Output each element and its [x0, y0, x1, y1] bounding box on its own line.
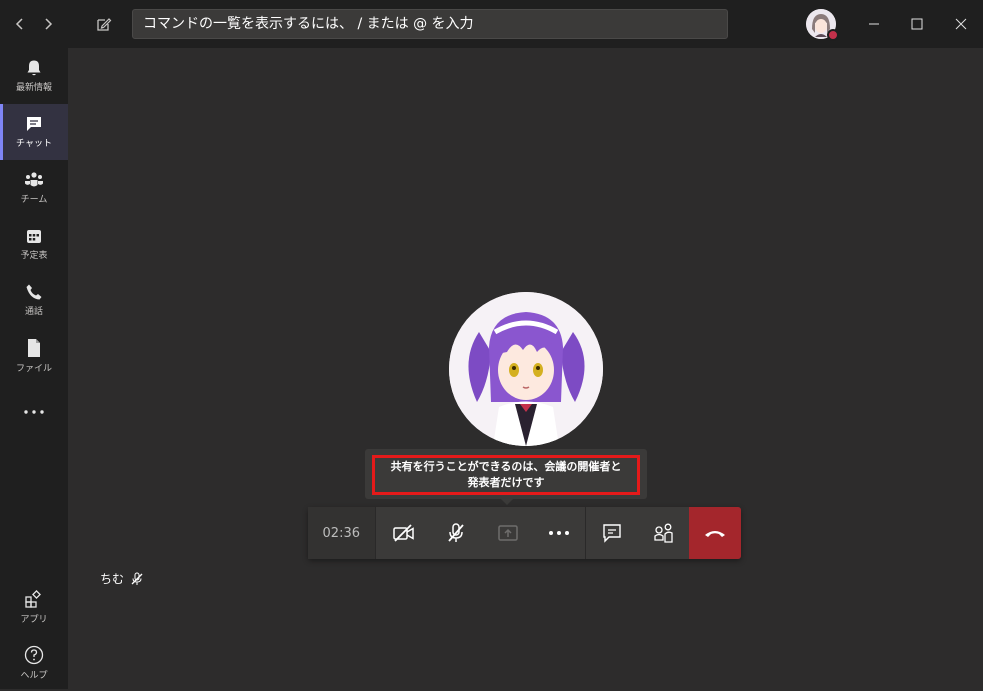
rail-item-activity[interactable]: 最新情報 — [0, 48, 68, 104]
rail-item-label: ヘルプ — [20, 671, 48, 681]
rail-item-label: チャット — [16, 139, 52, 149]
share-screen-icon — [497, 525, 518, 541]
rail-item-label: チーム — [20, 195, 48, 205]
presence-busy-indicator — [827, 29, 839, 41]
participant-label: ちむ — [100, 570, 144, 587]
compose-icon — [97, 18, 112, 31]
participants-icon — [653, 523, 673, 543]
hang-up-icon — [705, 531, 726, 537]
show-conversation-button[interactable] — [586, 507, 638, 559]
show-participants-button[interactable] — [638, 507, 690, 559]
close-icon — [955, 18, 967, 30]
app-rail: 最新情報 チャット チーム 予定表 通話 ファイル アプリ ヘルプ — [0, 48, 68, 689]
call-timer: 02:36 — [308, 507, 376, 559]
more-icon — [549, 531, 570, 535]
phone-icon — [26, 284, 42, 300]
more-icon — [24, 410, 44, 414]
rail-item-apps[interactable]: アプリ — [0, 579, 68, 635]
callee-avatar — [449, 292, 603, 446]
chevron-left-icon — [15, 18, 23, 30]
mic-off-icon — [131, 572, 143, 585]
chevron-right-icon — [45, 18, 53, 30]
hang-up-button[interactable] — [689, 507, 742, 559]
rail-item-label: 予定表 — [20, 251, 48, 261]
more-actions-button[interactable] — [533, 507, 585, 559]
minimize-icon — [869, 23, 879, 25]
file-icon — [28, 339, 40, 357]
camera-off-icon — [393, 524, 415, 542]
rail-item-calls[interactable]: 通話 — [0, 272, 68, 328]
active-indicator — [0, 104, 3, 160]
tooltip-arrow — [500, 498, 514, 505]
command-search-input[interactable]: コマンドの一覧を表示するには、 / または @ を入力 — [132, 9, 728, 39]
profile-avatar[interactable] — [806, 9, 839, 41]
camera-toggle-button[interactable] — [379, 507, 431, 559]
rail-item-chat[interactable]: チャット — [0, 104, 68, 160]
chat-icon — [27, 117, 41, 131]
compose-button[interactable] — [92, 12, 116, 36]
mic-toggle-button[interactable] — [430, 507, 482, 559]
rail-item-help[interactable]: ヘルプ — [0, 635, 68, 691]
help-icon — [24, 645, 44, 665]
rail-item-label: アプリ — [20, 615, 48, 625]
share-screen-button[interactable] — [482, 507, 534, 559]
bell-icon — [27, 60, 41, 76]
forward-button[interactable] — [36, 12, 60, 36]
apps-icon — [25, 590, 41, 608]
teams-icon — [25, 172, 43, 187]
tooltip-line-1: 共有を行うことができるのは、会議の開催者と — [390, 460, 622, 473]
calendar-icon — [27, 230, 41, 243]
minimize-button[interactable] — [862, 12, 886, 36]
call-controls: 02:36 — [308, 507, 742, 559]
title-bar: コマンドの一覧を表示するには、 / または @ を入力 — [0, 0, 983, 48]
rail-item-label: 最新情報 — [15, 83, 52, 93]
tooltip-line-2: 発表者だけです — [467, 476, 545, 489]
share-tooltip-text: 共有を行うことができるのは、会議の開催者と 発表者だけです — [372, 455, 640, 495]
rail-item-calendar[interactable]: 予定表 — [0, 216, 68, 272]
close-button[interactable] — [949, 12, 973, 36]
chat-icon — [603, 524, 621, 543]
rail-item-files[interactable]: ファイル — [0, 328, 68, 384]
participant-name: ちむ — [100, 572, 125, 586]
rail-item-teams[interactable]: チーム — [0, 160, 68, 216]
rail-item-label: 通話 — [24, 307, 43, 317]
back-button[interactable] — [8, 12, 32, 36]
rail-more-button[interactable] — [0, 384, 68, 440]
rail-item-label: ファイル — [15, 364, 52, 374]
maximize-button[interactable] — [905, 12, 929, 36]
mic-off-icon — [448, 523, 464, 542]
maximize-icon — [911, 18, 923, 30]
